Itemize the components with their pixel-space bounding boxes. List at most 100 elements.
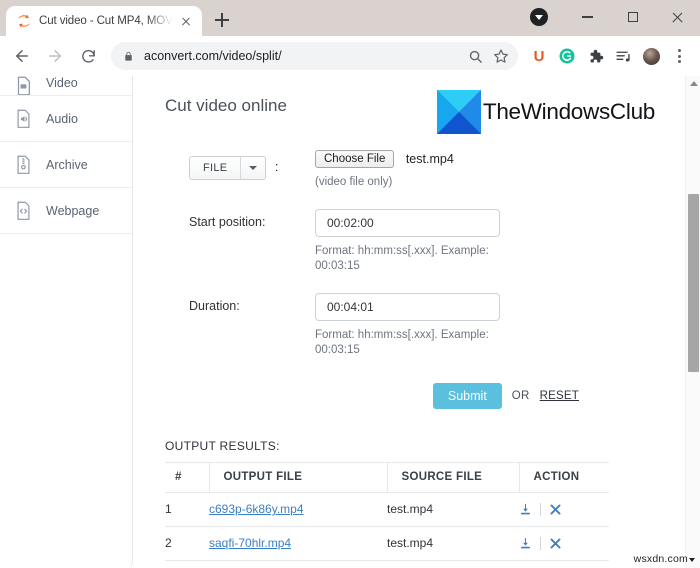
minimize-button[interactable] [565,0,610,34]
extension-u-icon: U [533,47,545,65]
sidebar-item-audio[interactable]: Audio [0,96,132,142]
column-header-number: # [165,462,209,494]
sidebar-label-audio: Audio [46,111,78,126]
duration-field: 00:04:01 Format: hh:mm:ss[.xxx]. Example… [315,292,655,359]
profile-dropdown-button[interactable] [520,0,565,34]
download-icon[interactable] [519,503,532,516]
tab-title: Cut video - Cut MP4, MOV, WEB [39,15,174,27]
sidebar-label-video: Video [46,76,78,90]
start-position-field: 00:02:00 Format: hh:mm:ss[.xxx]. Example… [315,208,655,275]
url-text[interactable]: aconvert.com/video/split/ [144,49,462,63]
grammarly-button[interactable] [554,43,580,69]
row-number: 2 [165,526,209,562]
action-divider [540,502,541,516]
close-tab-icon[interactable] [178,13,194,29]
browser-menu-button[interactable] [666,43,692,69]
table-row: 2 saqfi-70hlr.mp4 test.mp4 [165,526,609,562]
column-header-source-file: SOURCE FILE [386,462,519,494]
window-controls [520,0,700,34]
start-position-input[interactable]: 00:02:00 [315,208,500,237]
back-button[interactable] [8,42,36,70]
sidebar-label-webpage: Webpage [46,203,100,218]
output-results-table: # OUTPUT FILE SOURCE FILE ACTION 1 c693p… [165,462,609,562]
title-bar: Cut video - Cut MP4, MOV, WEB [0,0,700,36]
watermark-caret-icon [689,558,695,562]
sidebar-label-archive: Archive [46,157,88,172]
lock-icon [123,50,135,63]
browser-toolbar: aconvert.com/video/split/ U [0,36,700,76]
page-viewport: Video Audio Archive Webpage Cut video on… [0,76,700,568]
grammarly-icon [559,48,575,64]
back-arrow-icon [16,50,28,62]
source-type-select[interactable]: FILE [189,156,267,180]
watermark: wsxdn.com [634,553,695,565]
choose-file-button[interactable]: Choose File [315,150,395,168]
media-list-icon [615,51,630,62]
or-label: OR [511,390,530,403]
submit-button[interactable]: Submit [432,382,502,410]
duration-input[interactable]: 00:04:01 [315,292,500,321]
page-header: Cut video online TheWindowsClub [165,88,655,144]
column-header-output-file: OUTPUT FILE [208,462,387,494]
reload-button[interactable] [74,42,102,70]
maximize-button[interactable] [610,0,655,34]
star-icon[interactable] [488,43,514,69]
convert-arrows-icon [17,14,31,28]
start-position-label: Start position: [189,214,266,229]
page-content: Cut video online TheWindowsClub FILE: C… [133,76,685,568]
profile-caret-icon [529,8,548,26]
new-tab-button[interactable] [208,6,236,34]
scrollbar-thumb[interactable] [688,194,699,372]
output-results-title: OUTPUT RESULTS: [165,439,280,454]
sidebar-item-video[interactable]: Video [0,76,132,96]
start-position-hint: Format: hh:mm:ss[.xxx]. Example: 00:03:1… [315,244,489,273]
delete-icon[interactable] [549,503,562,516]
form-row-file: FILE : Choose File test.mp4 (video file … [189,150,655,191]
reset-link[interactable]: RESET [540,390,579,402]
output-file-link[interactable]: c693p-6k86y.mp4 [209,502,304,516]
category-sidebar: Video Audio Archive Webpage [0,76,133,568]
close-icon [671,11,684,24]
duration-label: Duration: [189,298,240,313]
profile-avatar-button[interactable] [638,43,664,69]
archive-file-icon [14,155,33,175]
delete-icon[interactable] [549,537,562,550]
form-actions: Submit OR RESET [189,382,655,410]
source-file-cell: test.mp4 [387,492,519,528]
row-number: 1 [165,492,209,528]
browser-tab[interactable]: Cut video - Cut MP4, MOV, WEB [6,6,202,36]
table-header-row: # OUTPUT FILE SOURCE FILE ACTION [165,462,609,494]
output-file-link[interactable]: saqfi-70hlr.mp4 [209,536,291,550]
puzzle-icon [590,49,603,62]
search-icon[interactable] [462,43,488,69]
file-picker-field: Choose File test.mp4 (video file only) [315,150,655,191]
web-page: Video Audio Archive Webpage Cut video on… [0,76,685,568]
column-header-action: ACTION [518,462,609,494]
sidebar-item-webpage[interactable]: Webpage [0,188,132,234]
page-title: Cut video online [165,96,287,115]
brand-name: TheWindowsClub [482,99,655,124]
browser-window: Cut video - Cut MP4, MOV, WEB [0,0,700,568]
action-divider [540,536,541,550]
watermark-text: wsxdn.com [633,553,688,565]
file-hint: (video file only) [315,176,393,189]
brand-logo-block: TheWindowsClub [436,88,655,134]
page-scrollbar[interactable] [685,76,700,568]
extension-u-button[interactable]: U [526,43,552,69]
address-bar[interactable]: aconvert.com/video/split/ [111,42,518,70]
download-icon[interactable] [519,537,532,550]
avatar [641,46,661,66]
close-window-button[interactable] [655,0,700,34]
sidebar-item-archive[interactable]: Archive [0,142,132,188]
scroll-up-button[interactable] [686,76,700,91]
forward-button[interactable] [41,42,69,70]
table-row: 1 c693p-6k86y.mp4 test.mp4 [165,492,609,528]
extensions-puzzle-button[interactable] [582,43,608,69]
duration-hint: Format: hh:mm:ss[.xxx]. Example: 00:03:1… [315,328,489,357]
minimize-icon [582,16,593,18]
source-file-cell: test.mp4 [387,526,519,562]
tab-strip: Cut video - Cut MP4, MOV, WEB [0,0,236,36]
source-type-colon: : [274,160,279,175]
audio-file-icon [14,109,33,129]
media-list-button[interactable] [610,43,636,69]
